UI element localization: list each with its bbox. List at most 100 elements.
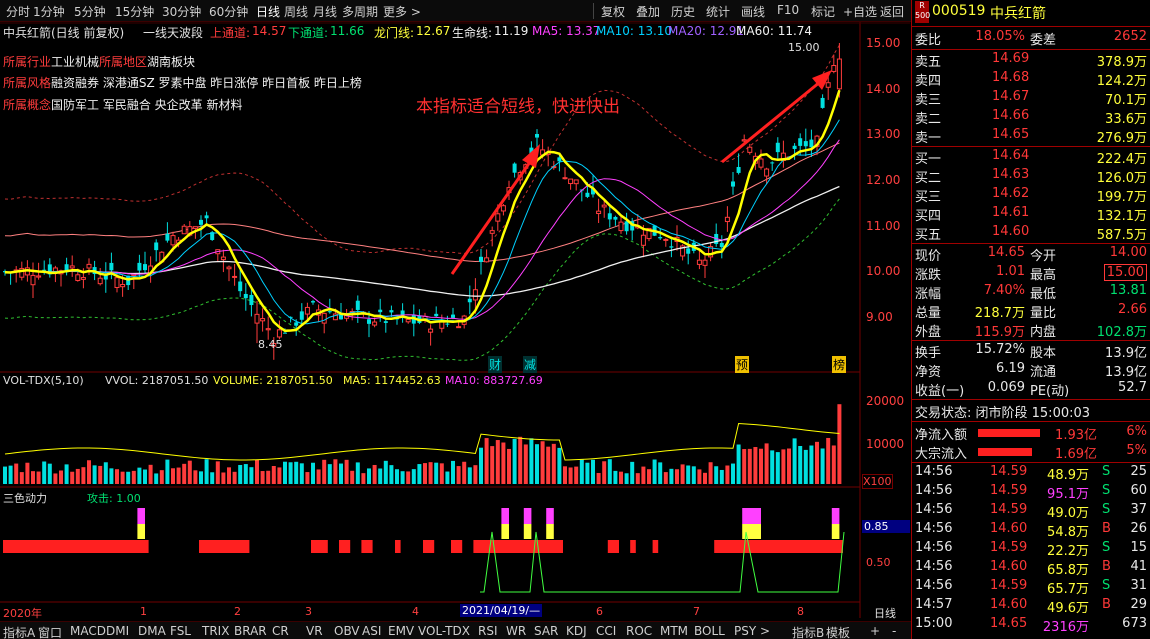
volume-bar (624, 473, 629, 484)
history-button[interactable]: 历史 (671, 3, 695, 20)
tab-multi-period[interactable]: 多周期 (342, 3, 378, 20)
ma10-label: MA10: 13.10 (596, 24, 673, 38)
candle-body (232, 275, 238, 278)
ask-row[interactable]: 卖一 14.65 276.9万 (912, 127, 1150, 146)
strategy-annotation: 本指标适合短线，快进快出 (416, 97, 620, 117)
tick-volume: 49.6万 (1047, 601, 1089, 616)
tab-monthly[interactable]: 月线 (313, 3, 337, 20)
tick-count: 15 (1130, 540, 1147, 555)
life-line-value: 11.19 (494, 24, 529, 38)
volume-bar (255, 459, 259, 484)
indicator-tab[interactable]: SAR (534, 624, 558, 638)
indicator-tab[interactable]: CR (272, 624, 289, 638)
indicator-tab[interactable]: ASI (362, 624, 381, 638)
ask-row[interactable]: 卖三 14.67 70.1万 (912, 89, 1150, 108)
tab-weekly[interactable]: 周线 (284, 3, 308, 20)
indicator-tab[interactable]: 窗口 (38, 624, 62, 639)
power-magenta-bar (523, 508, 532, 524)
tick-count: 60 (1130, 483, 1147, 498)
bid-row[interactable]: 买三 14.62 199.7万 (912, 186, 1150, 205)
tab-daily[interactable]: 日线 (256, 3, 280, 20)
indicator-tab[interactable]: TRIX (202, 624, 229, 638)
add-watchlist-button[interactable]: +自选 (843, 3, 877, 20)
indicator-tab[interactable]: ROC (626, 624, 652, 638)
indicator-tab[interactable]: CCI (596, 624, 616, 638)
indicator-tab[interactable]: MTM (660, 624, 688, 638)
indicator-tab[interactable]: PSY (734, 624, 756, 638)
volume-bar (456, 466, 461, 484)
three-color-power-bars (3, 508, 845, 593)
indicator-tab[interactable]: KDJ (566, 624, 587, 638)
bid-label: 买四 (915, 209, 942, 224)
tab-60min[interactable]: 60分钟 (209, 3, 248, 20)
candle-body (372, 321, 378, 326)
tick-side: S (1102, 464, 1111, 479)
volume-bar (792, 438, 797, 484)
price-axis-tick: 11.00 (866, 219, 901, 233)
indicator-tab[interactable]: OBV (334, 624, 360, 638)
indicator-tab[interactable]: FSL (170, 624, 191, 638)
indicator-tab[interactable]: BRAR (234, 624, 267, 638)
volume-bar (165, 459, 170, 484)
indicator-tab[interactable]: VOL-TDX (418, 624, 470, 638)
event-tag-forecast[interactable]: 预 (735, 356, 750, 373)
indicator-tab[interactable]: WR (506, 624, 526, 638)
indicator-tab[interactable]: EMV (388, 624, 414, 638)
indicator-tab[interactable]: 指标A (3, 624, 35, 639)
ask-row[interactable]: 卖四 14.68 124.2万 (912, 70, 1150, 89)
event-tag-reduce[interactable]: 减 (523, 356, 538, 373)
indicator-tab[interactable]: + (870, 624, 880, 638)
bid-row[interactable]: 买二 14.63 126.0万 (912, 167, 1150, 186)
fuquan-button[interactable]: 复权 (601, 3, 625, 20)
indicator-tab[interactable]: MACD (70, 624, 106, 638)
power-axis-current: 0.85 (862, 520, 910, 533)
ma5-line (4, 89, 841, 333)
tab-1min[interactable]: 1分钟 (33, 3, 65, 20)
tab-30min[interactable]: 30分钟 (162, 3, 201, 20)
tab-fenshi[interactable]: 分时 (6, 3, 30, 20)
back-button[interactable]: 返回 (880, 3, 904, 20)
stat-value: 115.9万 (974, 325, 1025, 340)
bid-row[interactable]: 买四 14.61 132.1万 (912, 205, 1150, 224)
bid-row[interactable]: 买五 14.60 587.5万 (912, 224, 1150, 243)
tick-volume: 54.8万 (1047, 525, 1089, 540)
power-yellow-bar (742, 524, 761, 539)
volume-bar (826, 437, 831, 484)
bid-volume: 126.0万 (1096, 171, 1147, 186)
tick-price: 14.60 (990, 597, 1028, 612)
volume-bar (675, 469, 679, 484)
tab-5min[interactable]: 5分钟 (74, 3, 106, 20)
candle-body (557, 157, 562, 162)
power-magenta-bar (742, 508, 761, 524)
indicator-tab[interactable]: DMI (106, 624, 129, 638)
indicator-tab[interactable]: VR (306, 624, 323, 638)
candle-body (607, 213, 612, 220)
tab-15min[interactable]: 15分钟 (115, 3, 154, 20)
ask-row[interactable]: 卖五 14.69 378.9万 (912, 51, 1150, 70)
mark-button[interactable]: 标记 (811, 3, 835, 20)
concept-info: 所属概念国防军工 军民融合 央企改革 新材料 (3, 98, 243, 112)
event-tag-finance[interactable]: 财 (488, 356, 503, 373)
candle-body (192, 226, 198, 229)
candle-body (86, 263, 92, 269)
overlay-button[interactable]: 叠加 (636, 3, 660, 20)
event-tag-list[interactable]: 榜 (832, 356, 847, 373)
f10-button[interactable]: F10 (777, 3, 799, 17)
ask-row[interactable]: 卖二 14.66 33.6万 (912, 108, 1150, 127)
indicator-tab[interactable]: 指标B (792, 624, 824, 639)
date-axis-tick: 1 (140, 605, 147, 618)
tab-more[interactable]: 更多 > (383, 3, 421, 20)
indicator-tab[interactable]: > (760, 624, 770, 638)
volume-bar (490, 446, 495, 484)
indicator-tab[interactable]: 模板 (826, 624, 850, 639)
volume-bar (635, 473, 640, 484)
indicator-tab[interactable]: - (892, 624, 896, 638)
indicator-tab[interactable]: BOLL (694, 624, 725, 638)
indicator-tab[interactable]: DMA (138, 624, 166, 638)
stats-button[interactable]: 统计 (706, 3, 730, 20)
bid-row[interactable]: 买一 14.64 222.4万 (912, 148, 1150, 167)
draw-button[interactable]: 画线 (741, 3, 765, 20)
indicator-tab[interactable]: RSI (478, 624, 498, 638)
weibi-row: 委比 18.05% 委差 2652 (915, 29, 1147, 48)
volume-bar (350, 470, 355, 484)
